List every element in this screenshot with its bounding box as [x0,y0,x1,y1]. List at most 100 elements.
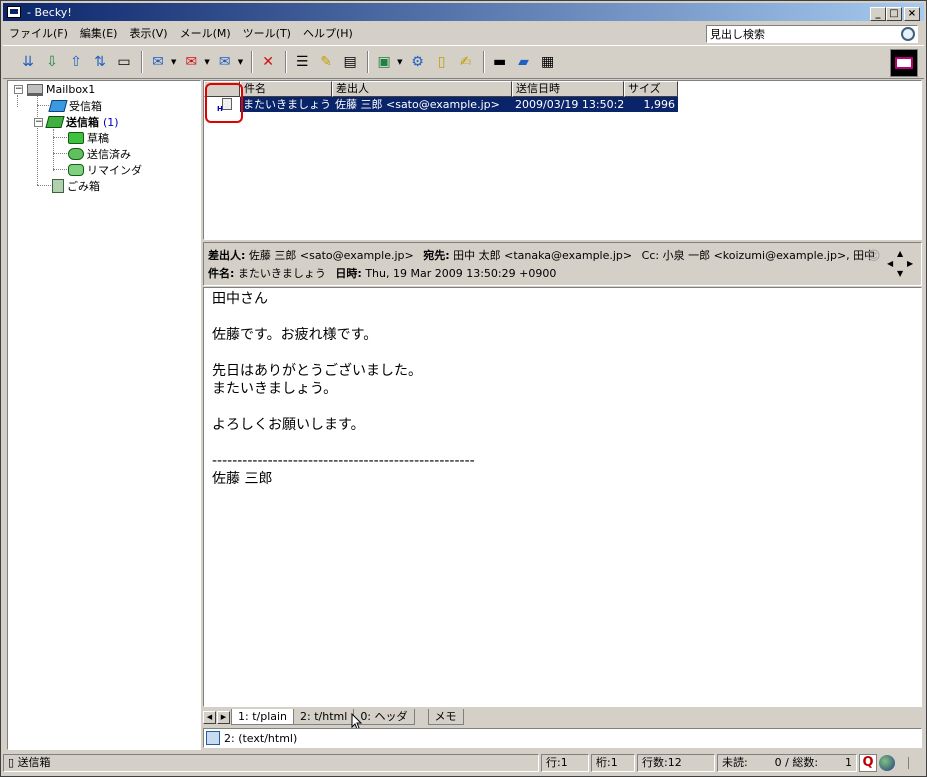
edit-pencil-icon[interactable]: ✎ [315,51,337,73]
search-icon[interactable] [901,27,915,41]
tree-item-reminder[interactable]: リマインダ [68,162,142,178]
menu-file[interactable]: ファイル(F) [3,25,74,41]
status-folder: ▯ 送信箱 [3,754,539,772]
tree-item-sent[interactable]: 送信済み [68,146,131,162]
reply-dropdown-icon[interactable]: ▼ [204,58,209,66]
column-size[interactable]: サイズ [624,81,678,97]
row-subject: またいきましょう [243,98,331,111]
offline-icon[interactable]: ▭ [113,51,135,73]
forward-icon[interactable]: ✉ [214,51,236,73]
menu-mail[interactable]: メール(M) [174,25,237,41]
status-bar: ▯ 送信箱 行:1 桁:1 行数:12 未読: 0 / 総数: 1 Q [3,752,924,774]
row-date: 2009/03/19 13:50:29 [515,98,624,111]
part-info-bar: 2: (text/html) [203,728,922,748]
tree-label: 草稿 [87,132,109,145]
from-label: 差出人: [208,249,246,262]
collapse-icon[interactable]: − [14,85,23,94]
settings-icon[interactable]: ⚙ [407,51,429,73]
tree-item-mailbox[interactable]: − Mailbox1 [14,83,95,96]
filter-dropdown-icon[interactable]: ▼ [397,58,402,66]
subject-label: 件名: [208,267,235,280]
menu-view[interactable]: 表示(V) [123,25,173,41]
toolbar: ⇊ ⇩ ⇧ ⇅ ▭ ✉ ▼ ✉ ▼ ✉ ▼ ✕ ☰ ✎ ▤ ▣ ▼ ⚙ ▯ ✍ ▬ ▰ … [3,45,924,79]
globe-icon[interactable] [879,755,895,771]
address-book-icon[interactable]: ▬ [489,51,511,73]
menu-tools[interactable]: ツール(T) [237,25,297,41]
toolbar-separator [482,51,485,73]
folder-tree: − Mailbox1 受信箱 − 送信箱 (1) 草稿 送信済み リマインダ ご… [7,80,201,750]
list-header: 件名 差出人 送信日時 サイズ [204,81,678,97]
delete-icon[interactable]: ✕ [257,51,279,73]
forward-dropdown-icon[interactable]: ▼ [238,58,243,66]
message-body[interactable]: 田中さん 佐藤です。お疲れ様です。 先日はありがとうございました。 またいきまし… [203,287,922,707]
tree-item-draft[interactable]: 草稿 [68,130,109,146]
receive-icon[interactable]: ⇩ [41,51,63,73]
draft-folder-icon [68,132,84,144]
nav-down-icon[interactable]: ▼ [897,269,903,278]
app-icon[interactable] [7,6,21,18]
date-label: 日時: [335,267,362,280]
header-line-2: 件名: またいきましょう 日時: Thu, 19 Mar 2009 13:50:… [208,265,562,281]
new-mail-dropdown-icon[interactable]: ▼ [171,58,176,66]
filter-icon[interactable]: ▣ [373,51,395,73]
row-size: 1,996 [643,98,676,111]
collapse-icon[interactable]: − [34,117,43,127]
nav-left-icon[interactable]: ◀ [887,259,893,268]
search-placeholder: 見出し検索 [710,28,765,41]
title-bar[interactable]: - Becky! _ □ × [3,3,924,21]
column-date[interactable]: 送信日時 [512,81,624,97]
to-value[interactable]: 田中 太郎 <tanaka@example.jp> [453,249,632,262]
folder-open-icon[interactable]: ▰ [513,51,535,73]
to-label: 宛先: [423,249,450,262]
queue-button[interactable]: Q [859,754,877,772]
tab-text-plain[interactable]: 1: t/plain [231,709,295,725]
clipboard-icon[interactable]: ▯ [431,51,453,73]
tree-item-outbox[interactable]: − 送信箱 (1) [34,114,119,130]
tab-text-html[interactable]: 2: t/html [293,709,355,725]
toolbar-separator [141,51,143,73]
thread-icon[interactable]: ☰ [291,51,313,73]
header-search-input[interactable]: 見出し検索 [706,25,918,43]
layout-icon[interactable]: ▦ [537,51,559,73]
send-icon[interactable]: ⇧ [65,51,87,73]
tree-item-trash[interactable]: ごみ箱 [52,178,100,194]
tab-prev-icon[interactable]: ◀ [203,710,216,724]
add-contact-icon[interactable]: ☺ [867,249,881,265]
html-part-icon[interactable] [206,731,220,745]
maximize-button[interactable]: □ [886,7,902,21]
column-subject[interactable]: 件名 [240,81,332,97]
tree-label: 送信箱 [66,116,99,129]
cc-value[interactable]: Cc: 小泉 一郎 <koizumi@example.jp>, 田中 [642,249,876,262]
nav-up-icon[interactable]: ▲ [897,249,903,258]
row-from: 佐藤 三郎 <sato@example.jp> [335,98,500,111]
print-icon[interactable]: ▤ [339,51,361,73]
menu-help[interactable]: ヘルプ(H) [297,25,359,41]
header-line-1: 差出人: 佐藤 三郎 <sato@example.jp> 宛先: 田中 太郎 <… [208,247,881,263]
nav-right-icon[interactable]: ▶ [907,259,913,268]
toolbar-separator [367,51,370,73]
reply-icon[interactable]: ✉ [180,51,202,73]
part-tab-bar: ◀ ▶ 1: t/plain 2: t/html 0: ヘッダ メモ [203,708,922,726]
status-unread-total: 未読: 0 / 総数: 1 [717,754,857,772]
from-value[interactable]: 佐藤 三郎 <sato@example.jp> [249,249,414,262]
status-line: 行:1 [541,754,589,772]
note-icon[interactable]: ✍ [455,51,477,73]
column-from[interactable]: 差出人 [332,81,512,97]
header-navigation-pad[interactable]: ▲ ◀ ▶ ▼ [887,249,915,278]
new-mail-icon[interactable]: ✉ [147,51,169,73]
close-button[interactable]: × [904,7,920,21]
tree-item-inbox[interactable]: 受信箱 [48,98,102,114]
status-column: 桁:1 [591,754,635,772]
tab-memo[interactable]: メモ [427,709,464,725]
date-value: Thu, 19 Mar 2009 13:50:29 +0900 [365,267,557,280]
table-row[interactable]: またいきましょう 佐藤 三郎 <sato@example.jp> 2009/03… [204,97,678,112]
toolbar-separator [251,51,254,73]
tree-label: 受信箱 [69,100,102,113]
reminder-folder-icon [68,164,84,176]
menu-edit[interactable]: 編集(E) [74,25,124,41]
tab-next-icon[interactable]: ▶ [217,710,230,724]
resize-grip-icon[interactable] [897,757,909,769]
receive-all-icon[interactable]: ⇊ [17,51,39,73]
send-receive-icon[interactable]: ⇅ [89,51,111,73]
minimize-button[interactable]: _ [870,7,886,21]
